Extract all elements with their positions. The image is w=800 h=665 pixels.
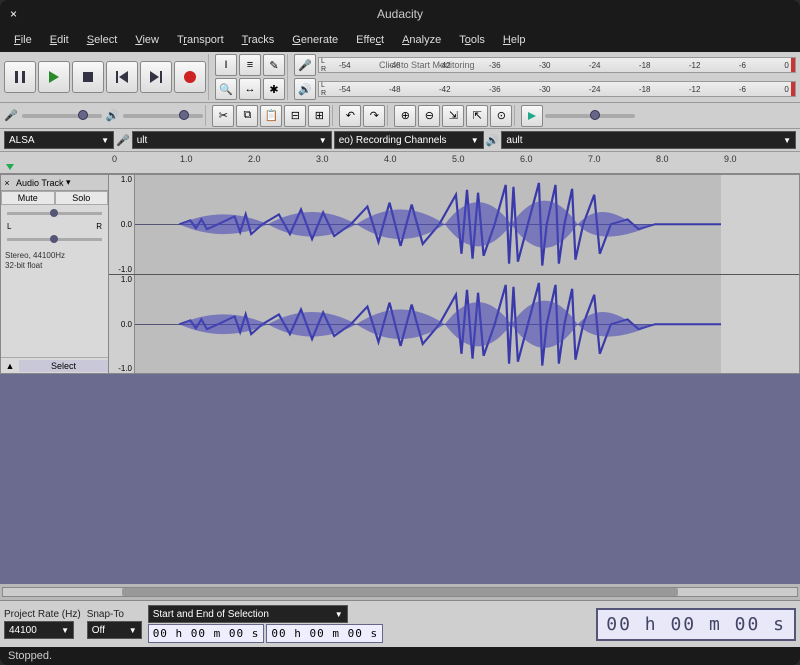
snap-to-label: Snap-To [87,609,142,620]
menu-help[interactable]: Help [495,31,534,49]
gain-slider[interactable] [7,212,102,215]
zoom-toggle-button[interactable]: ⊙ [490,105,512,127]
menu-effect[interactable]: Effect [348,31,392,49]
rec-device-dropdown[interactable]: ult▼ [132,131,332,149]
vertical-scale-left[interactable]: 1.0 0.0 -1.0 [109,175,135,274]
paste-button[interactable]: 📋 [260,105,282,127]
titlebar: × Audacity [0,0,800,28]
timeline-ruler[interactable]: 01.02.03.04.05.06.07.08.09.0 [0,152,800,174]
play-at-speed-button[interactable] [521,105,543,127]
play-button[interactable] [38,61,70,93]
rec-meter-mic-icon[interactable]: 🎤 [294,54,316,76]
snap-to-dropdown[interactable]: Off▼ [87,621,142,639]
trim-button[interactable]: ⊟ [284,105,306,127]
menu-tracks[interactable]: Tracks [234,31,283,49]
window-title: Audacity [377,7,423,21]
menu-tools[interactable]: Tools [451,31,493,49]
play-device-dropdown[interactable]: ault▼ [501,131,796,149]
zoom-tool[interactable]: 🔍 [215,78,237,100]
play-meter-speaker-icon[interactable]: 🔊 [294,78,316,100]
fit-project-button[interactable]: ⇱ [466,105,488,127]
copy-button[interactable]: ⧉ [236,105,258,127]
channel-left[interactable]: 1.0 0.0 -1.0 [109,175,799,275]
pan-slider[interactable] [7,238,102,241]
selection-toolbar: Project Rate (Hz) 44100▼ Snap-To Off▼ St… [0,600,800,647]
track-collapse-button[interactable]: ▲ [1,361,19,371]
silence-button[interactable]: ⊞ [308,105,330,127]
device-toolbar: ALSA▼ 🎤 ult▼ eo) Recording Channels▼ 🔊 a… [0,129,800,152]
app-window: × Audacity File Edit Select View Transpo… [0,0,800,665]
pause-button[interactable] [4,61,36,93]
audio-host-dropdown[interactable]: ALSA▼ [4,131,114,149]
stop-button[interactable] [72,61,104,93]
draw-tool[interactable]: ✎ [263,54,285,76]
recording-meter[interactable]: LR -54-48-42-36-30-24-18-12-60 Click to … [318,57,796,73]
close-icon[interactable]: × [10,9,20,19]
play-speed-slider[interactable] [545,114,635,118]
project-rate-label: Project Rate (Hz) [4,609,81,620]
playhead-icon[interactable] [6,164,14,170]
waveform-left[interactable] [135,175,799,274]
playback-meter[interactable]: LR -54-48-42-36-30-24-18-12-60 [318,81,796,97]
horizontal-scrollbar[interactable] [0,584,800,600]
menu-view[interactable]: View [127,31,167,49]
track-info: Stereo, 44100Hz 32-bit float [1,248,108,274]
play-meter-ticks: -54-48-42-36-30-24-18-12-60 [339,85,789,94]
menu-select[interactable]: Select [79,31,126,49]
selection-start-time[interactable]: 00 h 00 m 00 s [148,624,265,643]
audio-track: × Audio Track ▾ Mute Solo LR [0,174,800,374]
rec-volume-slider[interactable] [22,114,102,118]
selection-mode-dropdown[interactable]: Start and End of Selection▼ [148,605,348,623]
solo-button[interactable]: Solo [55,191,109,205]
track-select-button[interactable]: Select [19,360,108,372]
transport-controls [2,54,209,100]
tools-grid: I ≡ ✎ 🔍 ↔ ✱ [215,54,285,100]
vertical-scale-right[interactable]: 1.0 0.0 -1.0 [109,275,135,374]
record-button[interactable] [174,61,206,93]
zoom-out-button[interactable]: ⊖ [418,105,440,127]
menu-transport[interactable]: Transport [169,31,232,49]
tracks-area: × Audio Track ▾ Mute Solo LR [0,174,800,600]
skip-start-button[interactable] [106,61,138,93]
menubar: File Edit Select View Transport Tracks G… [0,28,800,52]
toolbar-transport-row: I ≡ ✎ 🔍 ↔ ✱ 🎤 LR -54-48-42-36-30-24-18-1… [0,52,800,103]
audio-position-time[interactable]: 00 h 00 m 00 s [596,608,796,641]
mic-icon: 🎤 [4,109,18,122]
speaker-icon: 🔊 [106,109,120,122]
skip-end-button[interactable] [140,61,172,93]
menu-edit[interactable]: Edit [42,31,77,49]
status-bar: Stopped. [0,647,800,665]
play-volume-slider[interactable] [123,114,203,118]
waveform-right[interactable] [135,275,799,374]
empty-track-area[interactable] [0,374,800,584]
redo-button[interactable]: ↷ [363,105,385,127]
envelope-tool[interactable]: ≡ [239,54,261,76]
project-rate-dropdown[interactable]: 44100▼ [4,621,74,639]
cut-button[interactable]: ✂ [212,105,234,127]
fit-selection-button[interactable]: ⇲ [442,105,464,127]
track-control-panel: × Audio Track ▾ Mute Solo LR [1,175,109,373]
speaker-device-icon: 🔊 [486,134,500,147]
selection-tool[interactable]: I [215,54,237,76]
rec-channels-dropdown[interactable]: eo) Recording Channels▼ [334,131,484,149]
timeshift-tool[interactable]: ↔ [239,78,261,100]
zoom-in-button[interactable]: ⊕ [394,105,416,127]
waveform-svg [135,175,799,274]
multi-tool[interactable]: ✱ [263,78,285,100]
track-close-button[interactable]: × [1,178,13,188]
menu-generate[interactable]: Generate [284,31,346,49]
menu-file[interactable]: File [6,31,40,49]
track-name-dropdown[interactable]: Audio Track ▾ [13,177,108,188]
channel-right[interactable]: 1.0 0.0 -1.0 [109,275,799,374]
menu-analyze[interactable]: Analyze [394,31,449,49]
toolbar-edit-row: 🎤 🔊 ✂ ⧉ 📋 ⊟ ⊞ ↶ ↷ ⊕ ⊖ ⇲ ⇱ ⊙ [0,103,800,129]
undo-button[interactable]: ↶ [339,105,361,127]
mic-device-icon: 🎤 [116,134,130,147]
mute-button[interactable]: Mute [1,191,55,205]
selection-end-time[interactable]: 00 h 00 m 00 s [266,624,383,643]
